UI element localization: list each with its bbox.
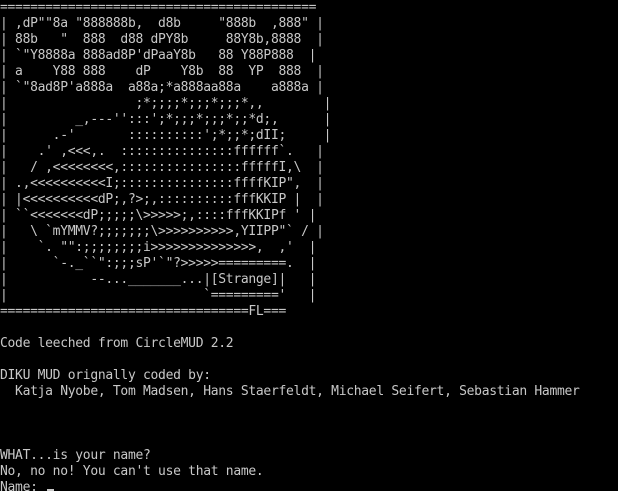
banner-line: | |<<<<<<<<<<dP;,?>;,::::::::::fffKKIP |… [0, 192, 324, 207]
terminal-screen[interactable]: ========================================… [0, 0, 618, 491]
banner-line: | ``<<<<<<<dP;;;;;\>>>>>;,::::fffKKIPf '… [0, 208, 317, 223]
banner-line: | .-' ::::::::::';*;;*;dII; | [0, 128, 332, 143]
banner-line: | / ,<<<<<<<<,::::::::::::::::fffffI,\ | [0, 160, 324, 175]
banner-line: =================================FL=== [0, 304, 287, 319]
banner-line: | a Y88 888 dP Y8b 88 YP 888 | [0, 64, 324, 79]
name-prompt-row[interactable]: Name: [0, 480, 618, 491]
name-question: WHAT...is your name? [0, 448, 151, 463]
diku-credits-heading: DIKU MUD orignally coded by: [0, 368, 211, 383]
banner-line: | `"8ad8P'a888a a88a;*a888aa88a a888a | [0, 80, 324, 95]
banner-line: | --..._______...|[Strange]| | [0, 272, 317, 287]
banner-line: | `. "":;;;;;;;;i>>>>>>>>>>>>>>, ,' | [0, 240, 317, 255]
leeched-notice: Code leeched from CircleMUD 2.2 [0, 336, 234, 351]
name-rejected-message: No, no no! You can't use that name. [0, 464, 264, 479]
banner-line: | .,<<<<<<<<<<I;:::::::::::::::ffffKIP",… [0, 176, 324, 191]
banner-line: | .' ,<<<,. :::::::::::::::ffffff`. | [0, 144, 324, 159]
banner-line: | `"Y8888a 888ad8P'dPaaY8b 88 Y88P888 | [0, 48, 317, 63]
banner-line: | ;*;;;;*;;;*;;;*,, | [0, 96, 332, 111]
name-prompt-label: Name: [0, 480, 46, 491]
banner-line: | `-._``":;;;sP'`"?>>>>>=========. | [0, 256, 317, 271]
banner-line: | _,---'':::';*;;;*;;;*;;*d;, | [0, 112, 332, 127]
banner-line: | 88b " 888 d88 dPY8b 88Y8b,8888 | [0, 32, 324, 47]
banner-line: | `=========' | [0, 288, 317, 303]
diku-credits-authors: Katja Nyobe, Tom Madsen, Hans Staerfeldt… [0, 384, 580, 399]
ascii-art-banner: ========================================… [0, 0, 618, 320]
banner-line: | \ `mYMMV?;;;;;;;\>>>>>>>>>>,YIIPP"` / … [0, 224, 324, 239]
banner-line: | ,dP""8a "888888b, d8b "888b ,888" | [0, 16, 324, 31]
banner-line: ========================================… [0, 0, 317, 15]
